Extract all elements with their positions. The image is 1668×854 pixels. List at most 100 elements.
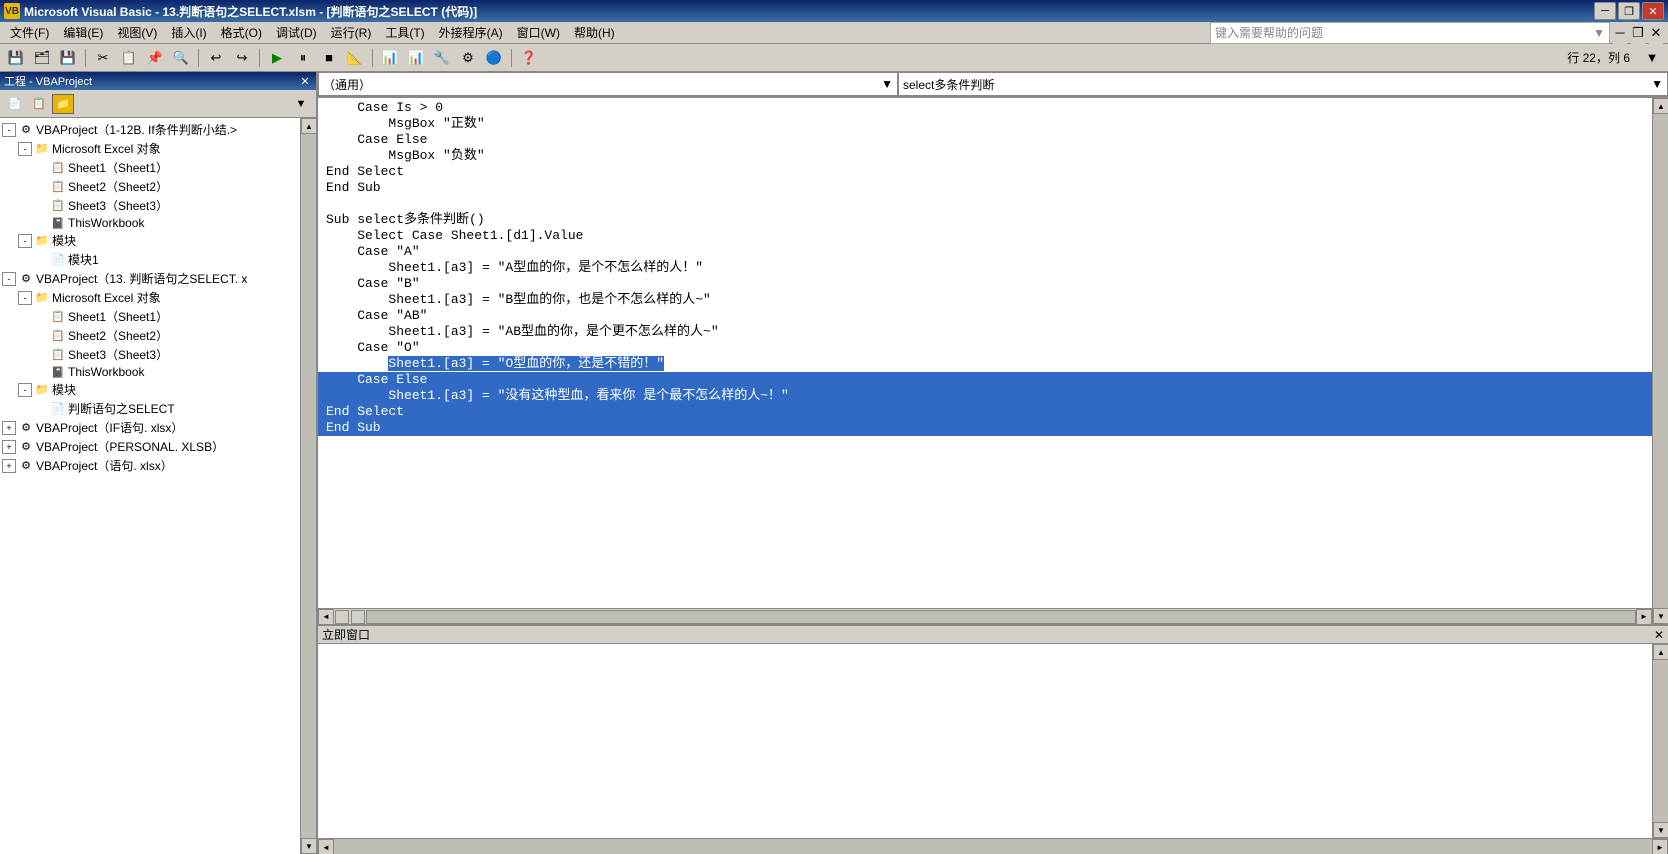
toolbar-btn16[interactable]: 🔧 xyxy=(430,47,454,69)
code-scroll-up[interactable]: ▲ xyxy=(1653,98,1668,114)
code-scroll-left[interactable]: ◄ xyxy=(318,609,334,625)
menu-insert[interactable]: 插入(I) xyxy=(165,22,212,43)
tree-item-excel-obj-1[interactable]: -📁Microsoft Excel 对象 xyxy=(2,139,298,158)
procedure-dropdown-right[interactable]: select多条件判断 ▼ xyxy=(898,72,1668,96)
code-line-1[interactable]: Case Is > 0 xyxy=(318,100,1652,116)
toolbar-btn18[interactable]: 🔵 xyxy=(482,47,506,69)
tree-item-sheet3-1[interactable]: 📋Sheet3（Sheet3） xyxy=(2,196,298,215)
tree-item-sheet1-2[interactable]: 📋Sheet1（Sheet1） xyxy=(2,307,298,326)
toggle-folders-btn[interactable]: 📁 xyxy=(52,94,74,114)
toolbar-run-btn[interactable]: ▶ xyxy=(265,47,289,69)
toolbar-design-btn[interactable]: 📐 xyxy=(343,47,367,69)
code-line-12[interactable]: Case "B" xyxy=(318,276,1652,292)
code-scroll-thumb-left[interactable] xyxy=(335,610,349,624)
menu-format[interactable]: 格式(O) xyxy=(215,22,268,43)
tree-expander[interactable]: - xyxy=(18,142,32,156)
code-scrollbar-h[interactable]: ◄ ► xyxy=(318,608,1652,624)
code-line-21[interactable]: End Sub xyxy=(318,420,1652,436)
menu-tools[interactable]: 工具(T) xyxy=(379,22,430,43)
code-scroll-right[interactable]: ► xyxy=(1636,609,1652,625)
imm-scroll-up[interactable]: ▲ xyxy=(1653,644,1668,660)
toolbar-btn17[interactable]: ⚙ xyxy=(456,47,480,69)
tree-expander[interactable]: - xyxy=(18,234,32,248)
toolbar-btn7[interactable]: 🔍 xyxy=(169,47,193,69)
tree-expander[interactable]: + xyxy=(2,440,16,454)
code-line-6[interactable]: End Sub xyxy=(318,180,1652,196)
project-panel-close[interactable]: ✕ xyxy=(298,74,312,88)
toolbar-paste-btn[interactable]: 📌 xyxy=(143,47,167,69)
menu-run[interactable]: 运行(R) xyxy=(325,22,378,43)
immediate-window-close[interactable]: ✕ xyxy=(1654,628,1664,642)
code-scrollbar-v[interactable]: ▲ ▼ xyxy=(1652,98,1668,624)
code-line-17[interactable]: Sheet1.[a3] = "O型血的你，还是不错的！" xyxy=(318,356,1652,372)
menu-file[interactable]: 文件(F) xyxy=(4,22,55,43)
tree-item-module-select[interactable]: 📄判断语句之SELECT xyxy=(2,399,298,418)
code-line-18[interactable]: Case Else xyxy=(318,372,1652,388)
tree-item-proj2[interactable]: -⚙VBAProject（13. 判断语句之SELECT. x xyxy=(2,269,298,288)
tree-item-proj5[interactable]: +⚙VBAProject（语句. xlsx） xyxy=(2,456,298,475)
toolbar-pause-btn[interactable]: ⏸ xyxy=(291,47,315,69)
view-code-btn[interactable]: 📄 xyxy=(4,94,26,114)
tree-item-proj1[interactable]: -⚙VBAProject（1-12B. If条件判断小结.> xyxy=(2,120,298,139)
code-line-9[interactable]: Select Case Sheet1.[d1].Value xyxy=(318,228,1652,244)
code-line-20[interactable]: End Select xyxy=(318,404,1652,420)
toolbar-stop-btn[interactable]: ■ xyxy=(317,47,341,69)
tree-item-module1-1[interactable]: 📄模块1 xyxy=(2,250,298,269)
toolbar-btn14[interactable]: 📊 xyxy=(378,47,402,69)
imm-scroll-down[interactable]: ▼ xyxy=(1653,822,1668,838)
code-scroll-track-h[interactable] xyxy=(366,610,1636,624)
tree-item-thiswb-2[interactable]: 📓ThisWorkbook xyxy=(2,364,298,380)
toolbar-help-btn[interactable]: ❓ xyxy=(517,47,541,69)
tree-item-proj4[interactable]: +⚙VBAProject（PERSONAL. XLSB） xyxy=(2,437,298,456)
help-search-box[interactable]: 键入需要帮助的问题 ▼ xyxy=(1210,22,1610,44)
tree-item-modules-2[interactable]: -📁模块 xyxy=(2,380,298,399)
view-object-btn[interactable]: 📋 xyxy=(28,94,50,114)
code-scroll-track-v[interactable] xyxy=(1653,114,1668,608)
help-minimize-btn[interactable]: ─ xyxy=(1612,22,1628,44)
menu-addins[interactable]: 外接程序(A) xyxy=(433,22,509,43)
immediate-content[interactable] xyxy=(318,644,1652,838)
code-line-7[interactable] xyxy=(318,196,1652,212)
scroll-down-btn[interactable]: ▼ xyxy=(301,838,316,854)
code-line-2[interactable]: MsgBox "正数" xyxy=(318,116,1652,132)
immediate-scrollbar-v[interactable]: ▲ ▼ xyxy=(1652,644,1668,838)
tree-expander[interactable]: + xyxy=(2,421,16,435)
tree-expander[interactable]: - xyxy=(2,272,16,286)
code-line-10[interactable]: Case "A" xyxy=(318,244,1652,260)
code-scroll-down[interactable]: ▼ xyxy=(1653,608,1668,624)
menu-debug[interactable]: 调试(D) xyxy=(270,22,323,43)
minimize-button[interactable]: ─ xyxy=(1594,2,1616,20)
tree-item-excel-obj-2[interactable]: -📁Microsoft Excel 对象 xyxy=(2,288,298,307)
imm-scroll-left[interactable]: ◄ xyxy=(318,839,334,854)
tree-item-sheet3-2[interactable]: 📋Sheet3（Sheet3） xyxy=(2,345,298,364)
toolbar-dropdown-btn[interactable]: ▼ xyxy=(1640,47,1664,69)
code-line-5[interactable]: End Select xyxy=(318,164,1652,180)
tree-expander[interactable]: + xyxy=(2,459,16,473)
toolbar-copy-btn[interactable]: 📋 xyxy=(117,47,141,69)
restore-button[interactable]: ❐ xyxy=(1618,2,1640,20)
code-content[interactable]: Case Is > 0 MsgBox "正数" Case Else MsgBox… xyxy=(318,98,1652,608)
imm-scroll-track-h[interactable] xyxy=(334,839,1652,854)
tree-item-sheet2-1[interactable]: 📋Sheet2（Sheet2） xyxy=(2,177,298,196)
project-scrollbar[interactable]: ▲ ▼ xyxy=(300,118,316,854)
tree-expander[interactable]: - xyxy=(18,291,32,305)
dropdown-right-arrow[interactable]: ▼ xyxy=(1651,77,1663,91)
scroll-track[interactable] xyxy=(301,134,316,838)
toolbar-btn2[interactable]: 🗂 xyxy=(30,47,54,69)
code-line-8[interactable]: Sub select多条件判断() xyxy=(318,212,1652,228)
tree-item-sheet2-2[interactable]: 📋Sheet2（Sheet2） xyxy=(2,326,298,345)
help-close-btn[interactable]: ✕ xyxy=(1648,22,1664,44)
help-restore-btn[interactable]: ❐ xyxy=(1630,22,1646,44)
code-line-16[interactable]: Case "O" xyxy=(318,340,1652,356)
code-line-19[interactable]: Sheet1.[a3] = "没有这种型血，看来你 是个最不怎么样的人~！" xyxy=(318,388,1652,404)
toolbar-btn3[interactable]: 💾 xyxy=(56,47,80,69)
menu-edit[interactable]: 编辑(E) xyxy=(57,22,109,43)
menu-help[interactable]: 帮助(H) xyxy=(568,22,621,43)
toolbar-btn15[interactable]: 📊 xyxy=(404,47,428,69)
code-line-3[interactable]: Case Else xyxy=(318,132,1652,148)
tree-item-proj3[interactable]: +⚙VBAProject（IF语句. xlsx） xyxy=(2,418,298,437)
toolbar-redo-btn[interactable]: ↪ xyxy=(230,47,254,69)
close-button[interactable]: ✕ xyxy=(1642,2,1664,20)
panel-scroll-down-btn[interactable]: ▼ xyxy=(290,94,312,114)
code-line-4[interactable]: MsgBox "负数" xyxy=(318,148,1652,164)
